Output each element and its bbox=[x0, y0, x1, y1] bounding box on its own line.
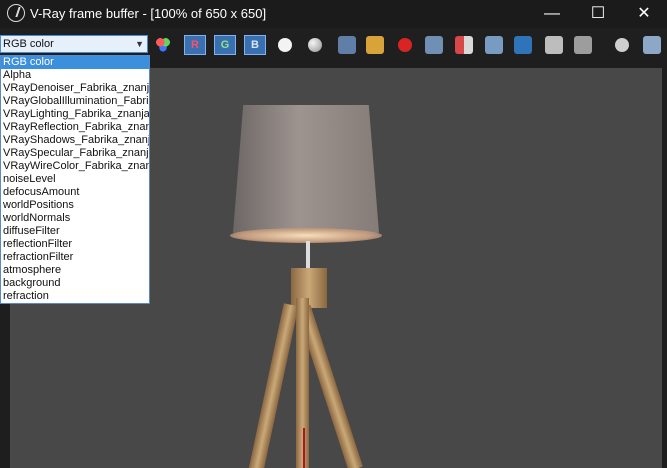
channel-dropdown[interactable]: RGB color Alpha VRayDenoiser_Fabrika_znanj… bbox=[0, 55, 150, 304]
color-correction-icon[interactable] bbox=[154, 36, 172, 54]
maximize-button[interactable]: ☐ bbox=[575, 0, 621, 28]
open-folder-icon[interactable] bbox=[366, 36, 384, 54]
dropdown-option[interactable]: refraction bbox=[1, 290, 149, 303]
green-channel-button[interactable]: G bbox=[214, 35, 236, 55]
dropdown-option[interactable]: noiseLevel bbox=[1, 173, 149, 186]
dropdown-option[interactable]: RGB color bbox=[1, 56, 149, 69]
power-cord bbox=[303, 428, 305, 468]
compare-icon[interactable] bbox=[545, 36, 563, 54]
clear-icon[interactable] bbox=[398, 38, 412, 52]
dropdown-option[interactable]: background bbox=[1, 277, 149, 290]
window-title: V-Ray frame buffer - [100% of 650 x 650] bbox=[30, 6, 267, 21]
title-bar: V-Ray frame buffer - [100% of 650 x 650]… bbox=[0, 0, 667, 28]
duplicate-icon[interactable] bbox=[425, 36, 443, 54]
dropdown-option[interactable]: Alpha bbox=[1, 69, 149, 82]
dropdown-option[interactable]: defocusAmount bbox=[1, 186, 149, 199]
chevron-down-icon: ▼ bbox=[135, 39, 144, 49]
stop-icon[interactable] bbox=[615, 38, 629, 52]
dropdown-option[interactable]: VRayLighting_Fabrika_znanja_ bbox=[1, 108, 149, 121]
vray-logo-icon bbox=[7, 4, 25, 22]
blue-channel-button[interactable]: B bbox=[244, 35, 266, 55]
white-display-icon[interactable] bbox=[278, 38, 292, 52]
dropdown-option[interactable]: worldPositions bbox=[1, 199, 149, 212]
dropdown-option[interactable]: VRayGlobalIllumination_Fabrika bbox=[1, 95, 149, 108]
channel-select[interactable]: RGB color ▼ bbox=[0, 35, 148, 53]
tripod-left-leg bbox=[248, 303, 299, 468]
history-icon[interactable] bbox=[514, 36, 532, 54]
dropdown-option[interactable]: VRayShadows_Fabrika_znanja bbox=[1, 134, 149, 147]
region-render-icon[interactable] bbox=[455, 36, 473, 54]
close-button[interactable]: ✕ bbox=[621, 0, 667, 28]
dropdown-option[interactable]: atmosphere bbox=[1, 264, 149, 277]
dropdown-option[interactable]: worldNormals bbox=[1, 212, 149, 225]
lens-effects-icon[interactable] bbox=[574, 36, 592, 54]
render-teapot-icon[interactable] bbox=[485, 36, 503, 54]
red-channel-button[interactable]: R bbox=[184, 35, 206, 55]
lamp-shade bbox=[233, 105, 379, 233]
channel-select-value: RGB color bbox=[3, 38, 54, 50]
dropdown-option[interactable]: VRayDenoiser_Fabrika_znanja bbox=[1, 82, 149, 95]
dropdown-option[interactable]: diffuseFilter bbox=[1, 225, 149, 238]
minimize-button[interactable]: — bbox=[529, 0, 575, 28]
lamp-rod bbox=[306, 241, 310, 271]
dropdown-option[interactable]: VRayWireColor_Fabrika_znanj bbox=[1, 160, 149, 173]
dropdown-option[interactable]: refractionFilter bbox=[1, 251, 149, 264]
mono-display-icon[interactable] bbox=[308, 38, 322, 52]
dropdown-option[interactable]: VRayReflection_Fabrika_znanj bbox=[1, 121, 149, 134]
dropdown-option[interactable]: VRaySpecular_Fabrika_znanja_ bbox=[1, 147, 149, 160]
dropdown-option[interactable]: reflectionFilter bbox=[1, 238, 149, 251]
save-icon[interactable] bbox=[338, 36, 356, 54]
render-icon[interactable] bbox=[643, 36, 661, 54]
